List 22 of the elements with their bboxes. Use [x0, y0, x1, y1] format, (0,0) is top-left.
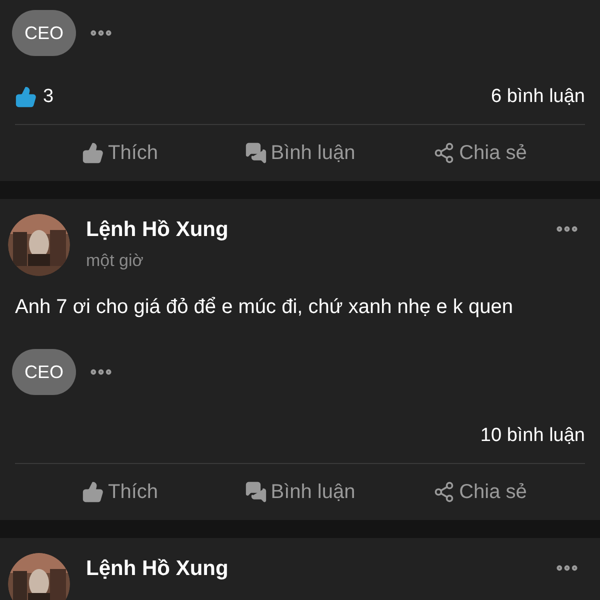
thumbs-up-icon	[82, 481, 104, 503]
action-button[interactable]: Chia sẻ	[390, 464, 570, 520]
action-button[interactable]: Thích	[30, 464, 210, 520]
share-icon	[433, 481, 456, 503]
comment-count[interactable]: 6 bình luận	[490, 82, 585, 112]
author-name[interactable]: Lệnh Hồ Xung	[86, 555, 228, 583]
share-icon	[433, 142, 456, 164]
thumbs-up-icon	[82, 142, 104, 164]
chat-bubbles-icon	[244, 142, 267, 164]
post-text: Anh 7 ơi cho giá đỏ để e múc đi, chứ xanh nhẹ e k quen	[14, 295, 514, 320]
post-time: một giờ	[86, 250, 144, 272]
chat-bubbles-icon	[244, 481, 267, 503]
author-name[interactable]: Lệnh Hồ Xung	[86, 216, 228, 244]
tag-chip[interactable]: CEO	[12, 349, 76, 395]
like-count: 3	[43, 84, 54, 109]
action-button[interactable]: Chia sẻ	[390, 125, 570, 181]
action-button[interactable]: Bình luận	[210, 125, 390, 181]
action-button[interactable]: Thích	[30, 125, 210, 181]
action-button[interactable]: Bình luận	[210, 464, 390, 520]
like-count-icon	[15, 86, 37, 108]
comment-count[interactable]: 10 bình luận	[480, 422, 585, 450]
tag-chip[interactable]: CEO	[12, 10, 76, 56]
